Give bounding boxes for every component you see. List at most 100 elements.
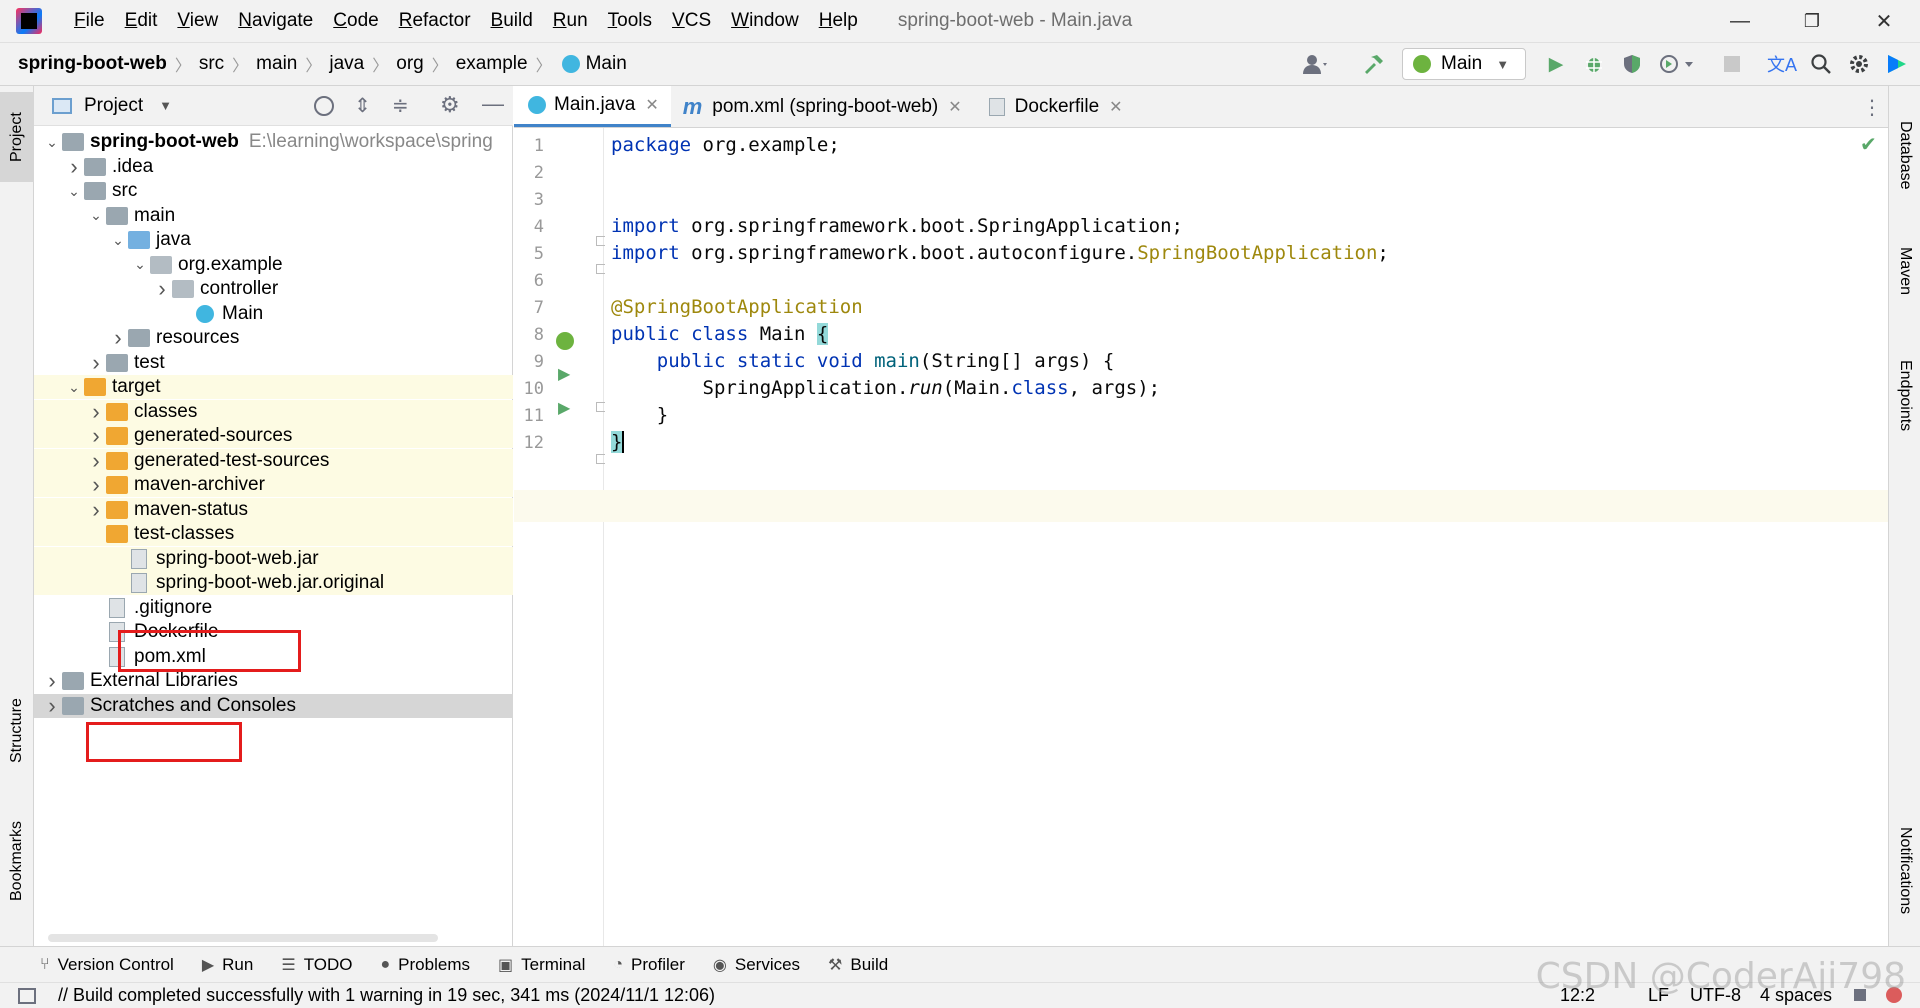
bookmarks-tool-tab[interactable]: Bookmarks: [0, 806, 34, 916]
tree-node[interactable]: › Scratches and Consoles: [34, 693, 513, 719]
tree-node[interactable]: › controller: [34, 276, 513, 302]
tree-node[interactable]: test-classes: [34, 522, 513, 546]
menu-refactor[interactable]: Refactor: [389, 10, 481, 32]
toggle-tool-windows-icon[interactable]: [18, 987, 36, 1004]
chevron-down-icon[interactable]: ⌄: [130, 256, 150, 273]
hide-panel-icon[interactable]: —: [482, 91, 504, 117]
tool-window-todo[interactable]: ☰ TODO: [281, 955, 352, 975]
translate-icon[interactable]: 文A: [1766, 50, 1798, 78]
structure-tool-tab[interactable]: Structure: [0, 676, 34, 786]
run-gutter-icon[interactable]: ▶: [558, 364, 570, 384]
tree-node[interactable]: ⌄ java: [34, 228, 513, 252]
menu-help[interactable]: Help: [809, 10, 868, 32]
chevron-right-icon[interactable]: ›: [108, 325, 128, 351]
chevron-right-icon[interactable]: ›: [86, 423, 106, 449]
restore-button[interactable]: ❐: [1776, 0, 1848, 42]
tool-window-run[interactable]: ▶ Run: [202, 955, 254, 975]
editor-tab[interactable]: m pom.xml (spring-boot-web) ✕: [671, 86, 974, 127]
chevron-down-icon[interactable]: ⌄: [42, 134, 62, 151]
breadcrumb-item[interactable]: main: [256, 53, 297, 75]
tool-window-build[interactable]: ⚒ Build: [828, 955, 888, 975]
menu-run[interactable]: Run: [543, 10, 598, 32]
menu-edit[interactable]: Edit: [115, 10, 168, 32]
tree-node[interactable]: ⌄ spring-boot-web E:\learning\workspace\sp…: [34, 130, 513, 154]
close-window-button[interactable]: ✕: [1848, 0, 1920, 42]
notifications-tool-tab[interactable]: Notifications: [1889, 806, 1920, 936]
tree-node[interactable]: › generated-sources: [34, 423, 513, 449]
tree-node[interactable]: ⌄ target: [34, 375, 513, 399]
jetbrains-toolbox-icon[interactable]: [1882, 50, 1912, 78]
status-message[interactable]: // Build completed successfully with 1 w…: [58, 985, 715, 1006]
menu-code[interactable]: Code: [323, 10, 388, 32]
expand-all-icon[interactable]: ⇕: [354, 93, 371, 118]
code-editor[interactable]: package org.example; import org.springfr…: [514, 128, 1888, 946]
minimize-button[interactable]: —: [1704, 0, 1776, 42]
tree-node[interactable]: › External Libraries: [34, 668, 513, 694]
breadcrumb-item[interactable]: Main: [560, 53, 627, 75]
tree-node[interactable]: ⌄ main: [34, 204, 513, 228]
breadcrumb-item[interactable]: src: [199, 53, 224, 75]
close-tab-icon[interactable]: ✕: [645, 95, 658, 115]
tab-options-icon[interactable]: ⋮: [1862, 95, 1882, 120]
chevron-right-icon[interactable]: ›: [42, 693, 62, 719]
project-view-title[interactable]: Project: [84, 95, 143, 117]
tree-node[interactable]: › test: [34, 350, 513, 375]
tool-window-terminal[interactable]: ▣ Terminal: [498, 955, 585, 975]
tree-node[interactable]: spring-boot-web.jar.original: [34, 571, 513, 595]
endpoints-tool-tab[interactable]: Endpoints: [1889, 336, 1920, 456]
chevron-right-icon[interactable]: ›: [86, 448, 106, 474]
chevron-right-icon[interactable]: ›: [64, 154, 84, 180]
horizontal-scrollbar[interactable]: [48, 934, 438, 942]
close-tab-icon[interactable]: ✕: [1109, 97, 1122, 117]
chevron-down-icon[interactable]: ⌄: [64, 379, 84, 396]
chevron-down-icon[interactable]: ⌄: [108, 232, 128, 249]
tree-node[interactable]: › generated-test-sources: [34, 448, 513, 474]
menu-build[interactable]: Build: [481, 10, 543, 32]
run-icon[interactable]: ▶: [1542, 50, 1570, 78]
menu-file[interactable]: File: [64, 10, 115, 32]
editor-tab[interactable]: Dockerfile ✕: [974, 86, 1135, 127]
tree-node[interactable]: › classes: [34, 399, 513, 425]
breadcrumb-item[interactable]: org: [396, 53, 423, 75]
menu-tools[interactable]: Tools: [598, 10, 662, 32]
profile-icon[interactable]: [1656, 50, 1698, 78]
menu-window[interactable]: Window: [721, 10, 809, 32]
chevron-down-icon[interactable]: ⌄: [86, 207, 106, 224]
tree-node[interactable]: Main: [34, 302, 513, 326]
chevron-right-icon[interactable]: ›: [86, 472, 106, 498]
tool-window-version-control[interactable]: ⑂ Version Control: [40, 955, 174, 975]
chevron-right-icon[interactable]: ›: [152, 276, 172, 302]
tree-node[interactable]: › maven-status: [34, 497, 513, 523]
menu-vcs[interactable]: VCS: [662, 10, 721, 32]
chevron-down-icon[interactable]: ▼: [159, 98, 172, 113]
breadcrumb-item[interactable]: spring-boot-web: [18, 53, 167, 75]
chevron-down-icon[interactable]: ⌄: [64, 183, 84, 200]
menu-view[interactable]: View: [167, 10, 228, 32]
coverage-shield-icon[interactable]: [1618, 50, 1646, 78]
tree-node[interactable]: spring-boot-web.jar: [34, 546, 513, 571]
close-tab-icon[interactable]: ✕: [948, 97, 961, 117]
search-icon[interactable]: [1806, 50, 1836, 78]
spring-bean-gutter-icon[interactable]: [556, 332, 574, 350]
stop-icon[interactable]: [1718, 50, 1746, 78]
chevron-right-icon[interactable]: ›: [42, 668, 62, 694]
breadcrumb-item[interactable]: example: [456, 53, 528, 75]
tree-node[interactable]: ⌄ src: [34, 179, 513, 203]
chevron-right-icon[interactable]: ›: [86, 399, 106, 425]
database-tool-tab[interactable]: Database: [1889, 100, 1920, 210]
chevron-right-icon[interactable]: ›: [86, 497, 106, 523]
maven-tool-tab[interactable]: Maven: [1889, 226, 1920, 316]
tree-node[interactable]: › maven-archiver: [34, 472, 513, 498]
user-icon[interactable]: [1296, 50, 1336, 78]
tree-node[interactable]: › .idea: [34, 154, 513, 180]
settings-gear-icon[interactable]: [1844, 50, 1874, 78]
tree-node[interactable]: .gitignore: [34, 596, 513, 620]
locate-crosshair-icon[interactable]: [314, 96, 334, 116]
run-configuration-select[interactable]: Main ▼: [1402, 48, 1526, 80]
tool-window-services[interactable]: ◉ Services: [713, 955, 800, 975]
menu-navigate[interactable]: Navigate: [228, 10, 323, 32]
tool-window-problems[interactable]: ● Problems: [381, 955, 470, 975]
tree-node[interactable]: › resources: [34, 325, 513, 351]
breadcrumb-item[interactable]: java: [329, 53, 364, 75]
collapse-all-icon[interactable]: ≑: [392, 93, 409, 118]
